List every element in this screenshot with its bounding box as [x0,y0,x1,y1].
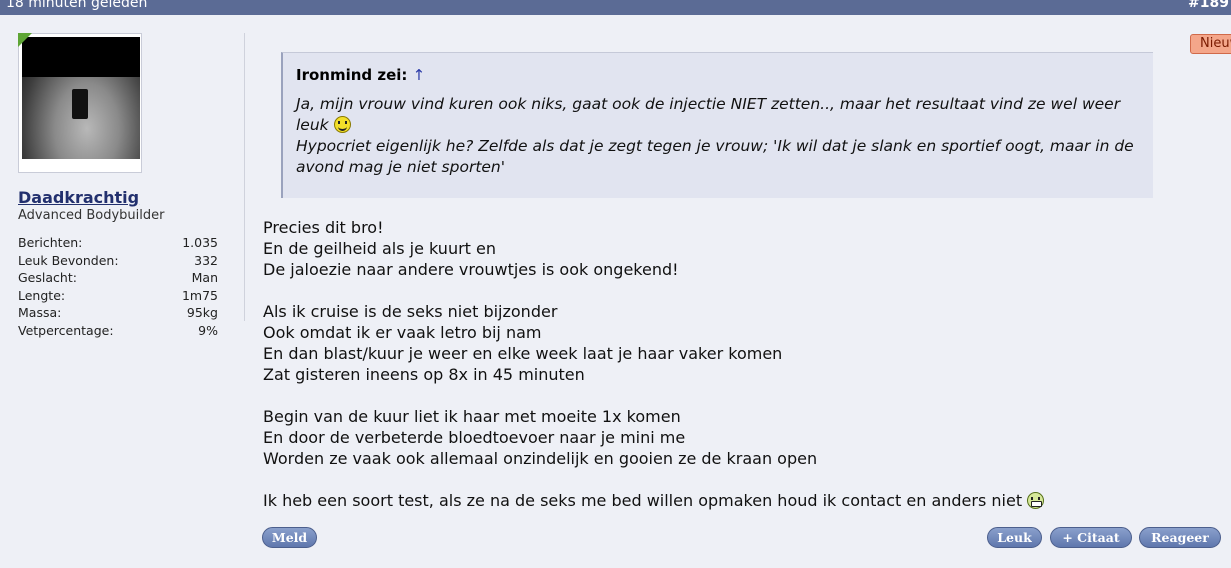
stat-value: 1m75 [181,287,218,303]
stat-value: 9% [198,322,218,338]
quote-header: Ironmind zei: ↑ [296,66,1141,84]
quote-block: Ironmind zei: ↑ Ja, mijn vrouw vind kure… [281,52,1153,198]
stat-row-massa: Massa: 95kg [18,304,218,322]
smiley-icon [333,116,351,133]
stat-label: Massa: [18,305,62,320]
grin-icon [1027,492,1045,509]
stat-row-berichten: Berichten: 1.035 [18,234,218,252]
quote-line: Hypocriet eigenlijk he? Zelfde als dat j… [296,137,1134,176]
quote-button[interactable]: + Citaat [1050,527,1132,548]
stat-value: Man [191,270,218,285]
post-body: Precies dit bro! En de geilheid als je k… [263,217,1163,511]
post-line: Zat gisteren ineens op 8x in 45 minuten [263,365,585,384]
report-button[interactable]: Meld [262,527,317,548]
post-number-link[interactable]: #189 [1188,0,1229,11]
stat-label: Lengte: [18,287,66,303]
post-line: En de geilheid als je kuurt en [263,239,497,258]
username-link[interactable]: Daadkrachtig [18,188,139,207]
post-last-line: Ik heb een soort test, als ze na de seks… [263,490,1163,511]
stat-label: Leuk Bevonden: [18,252,119,268]
reply-button[interactable]: Reageer [1139,527,1221,548]
quote-line: Ja, mijn vrouw vind kuren ook niks, gaat… [296,95,1121,134]
post-time: 18 minuten geleden [6,0,148,11]
quote-body: Ja, mijn vrouw vind kuren ook niks, gaat… [296,94,1141,178]
avatar[interactable] [18,33,142,173]
post-line: Precies dit bro! [263,218,384,237]
stat-row-lengte: Lengte: 1m75 [18,287,218,305]
quote-author: Ironmind zei: [296,66,408,84]
quote-source-arrow-icon[interactable]: ↑ [413,66,426,84]
stat-row-leuk-bevonden: Leuk Bevonden: 332 [18,252,218,270]
stat-label: Berichten: [18,235,83,250]
post-line: De jaloezie naar andere vrouwtjes is ook… [263,260,679,279]
stat-value: 332 [194,252,218,268]
new-post-badge: Nieuw [1190,34,1231,54]
like-button[interactable]: Leuk [987,527,1042,548]
online-status-icon [18,33,32,47]
post-line: Als ik cruise is de seks niet bijzonder [263,302,558,321]
user-rank: Advanced Bodybuilder [18,208,165,223]
user-info-panel: Daadkrachtig Advanced Bodybuilder Berich… [0,15,232,568]
post-header-bar: 18 minuten geleden #189 [0,0,1231,15]
stat-row-vetpercentage: Vetpercentage: 9% [18,322,218,340]
post-line: Worden ze vaak ook allemaal onzindelijk … [263,449,818,468]
sidebar-divider [244,33,245,321]
stat-value: 95kg [186,305,218,320]
post-line: Begin van de kuur liet ik haar met moeit… [263,407,681,426]
post-line: En dan blast/kuur je weer en elke week l… [263,344,783,363]
stat-label: Vetpercentage: [18,322,114,338]
stat-value: 1.035 [182,235,218,250]
post-line: Ik heb een soort test, als ze na de seks… [263,491,1023,510]
stat-row-geslacht: Geslacht: Man [18,269,218,287]
post-line: Ook omdat ik er vaak letro bij nam [263,323,542,342]
user-stats: Berichten: 1.035 Leuk Bevonden: 332 Gesl… [18,234,218,339]
post-line: En door de verbeterde bloedtoevoer naar … [263,428,686,447]
stat-label: Geslacht: [18,270,77,285]
avatar-image [22,37,140,159]
